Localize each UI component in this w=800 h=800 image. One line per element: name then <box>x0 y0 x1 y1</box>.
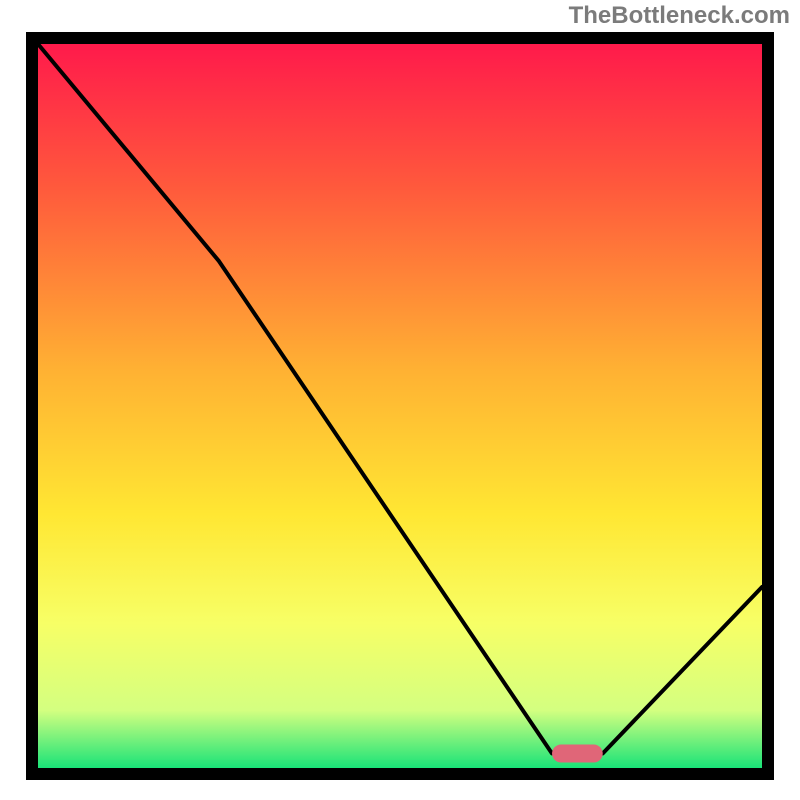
watermark-text: TheBottleneck.com <box>569 2 790 30</box>
chart-frame: TheBottleneck.com <box>0 0 800 800</box>
optimal-marker <box>552 745 603 763</box>
bottleneck-chart <box>0 0 800 800</box>
plot-background <box>38 44 762 768</box>
